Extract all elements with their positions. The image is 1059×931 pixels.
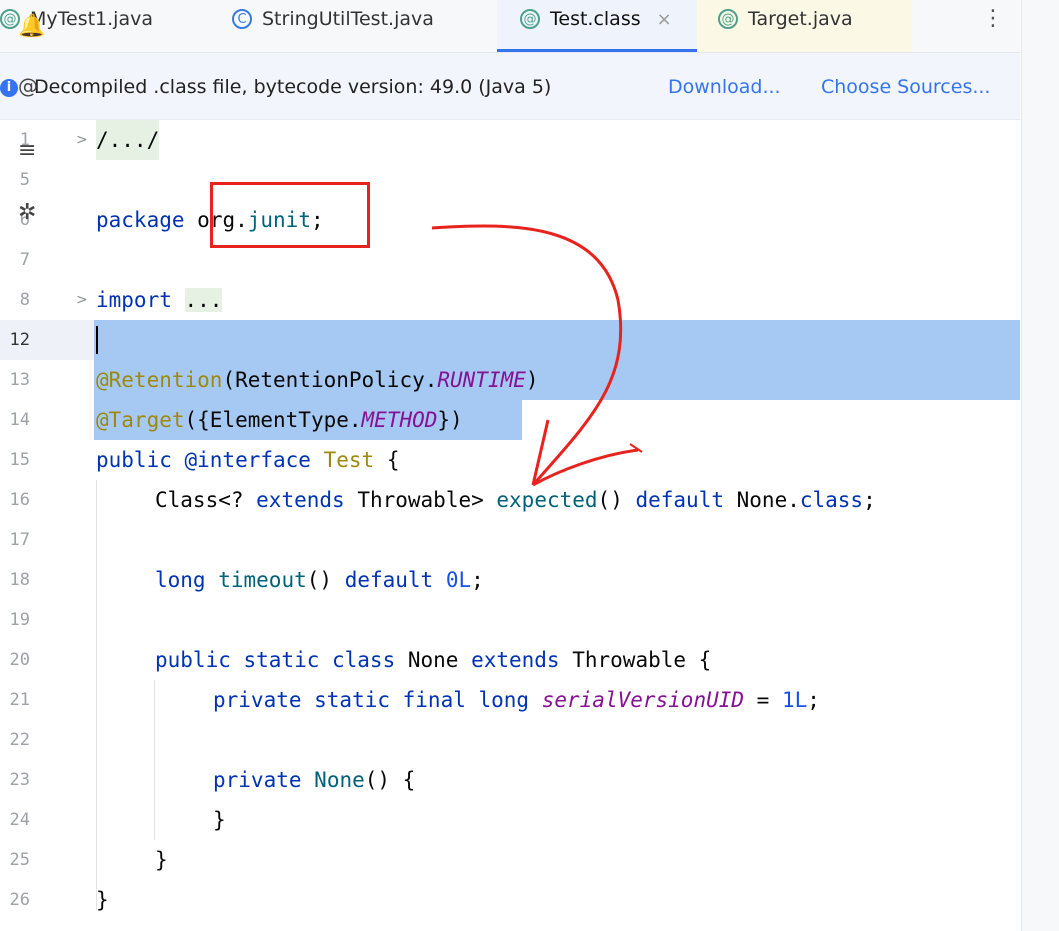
right-tool-strip — [1021, 0, 1059, 931]
notifications-icon[interactable]: 🔔 — [18, 14, 45, 39]
copilot-icon[interactable]: @ — [18, 74, 38, 98]
red-arrow-annotation — [431, 224, 643, 487]
database-icon[interactable]: ≡ — [18, 138, 36, 163]
plugin-icon[interactable]: ✲ — [18, 200, 36, 225]
